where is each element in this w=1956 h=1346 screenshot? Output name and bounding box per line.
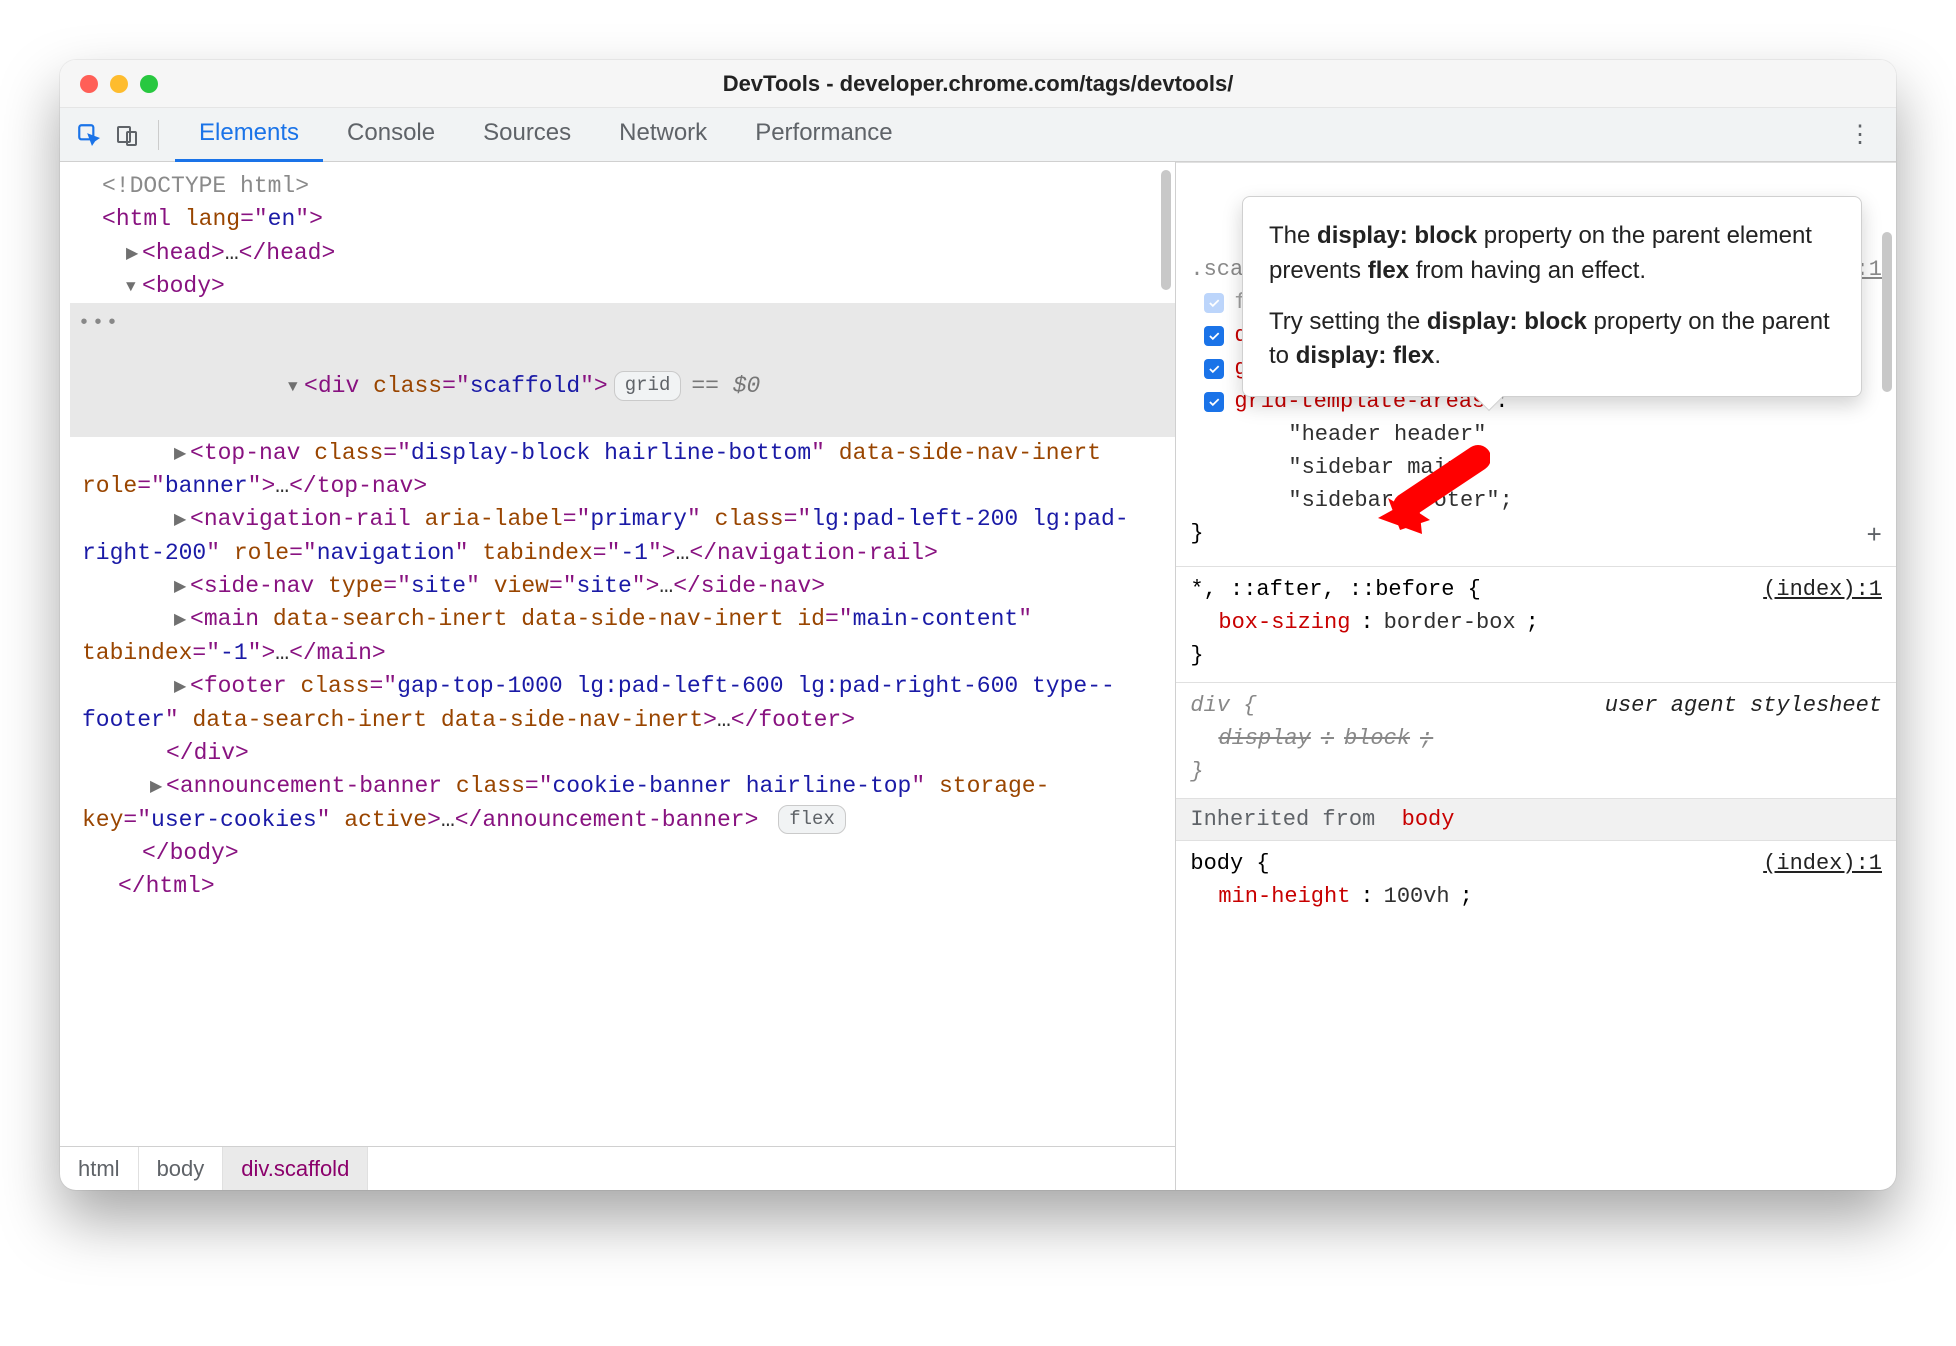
window-title: DevTools - developer.chrome.com/tags/dev… [60, 71, 1896, 97]
checkbox-icon[interactable] [1204, 326, 1224, 346]
rule-body[interactable]: (index):1 body { min-height: 100vh; [1176, 840, 1896, 923]
dom-row-div-close[interactable]: </div> [70, 737, 1175, 770]
breadcrumb-div-scaffold[interactable]: div.scaffold [223, 1147, 368, 1190]
dom-row-announcement[interactable]: ▶<announcement-banner class="cookie-bann… [70, 770, 1175, 837]
more-menu-icon[interactable]: ⋮ [1838, 120, 1882, 149]
titlebar: DevTools - developer.chrome.com/tags/dev… [60, 60, 1896, 108]
devtools-toolbar: Elements Console Sources Network Perform… [60, 108, 1896, 162]
device-toggle-icon[interactable] [112, 120, 142, 150]
panel-tabs: Elements Console Sources Network Perform… [175, 108, 917, 162]
rule-universal[interactable]: (index):1 *, ::after, ::before { box-siz… [1176, 566, 1896, 682]
dom-row-main[interactable]: ▶<main data-search-inert data-side-nav-i… [70, 603, 1175, 670]
grid-badge[interactable]: grid [614, 371, 682, 401]
inherited-from-bar: Inherited from body [1176, 798, 1896, 840]
gutter-dots-icon: ••• [78, 309, 120, 338]
annotation-arrow-icon [1370, 440, 1490, 540]
chevron-right-icon[interactable]: ▶ [150, 776, 166, 799]
tab-console[interactable]: Console [323, 108, 459, 162]
chevron-down-icon[interactable]: ▼ [288, 376, 304, 399]
rule-source-link[interactable]: (index):1 [1763, 847, 1882, 880]
add-property-icon[interactable]: + [1866, 517, 1882, 556]
inspect-element-icon[interactable] [74, 120, 104, 150]
tab-performance[interactable]: Performance [731, 108, 916, 162]
dom-row-footer[interactable]: ▶<footer class="gap-top-1000 lg:pad-left… [70, 670, 1175, 737]
rule-user-agent[interactable]: user agent stylesheet div { display: blo… [1176, 682, 1896, 798]
dom-row-topnav[interactable]: ▶<top-nav class="display-block hairline-… [70, 437, 1175, 504]
hint-tooltip: The display: block property on the paren… [1242, 196, 1862, 397]
checkbox-icon[interactable] [1204, 293, 1224, 313]
flex-badge[interactable]: flex [778, 805, 846, 835]
dom-panel: <!DOCTYPE html> <html lang="en"> ▶<head>… [60, 162, 1176, 1190]
tab-elements[interactable]: Elements [175, 108, 323, 162]
dom-row-scaffold[interactable]: ••• ▼<div class="scaffold">grid== $0 [70, 303, 1175, 436]
grid-area-value-l2[interactable]: "sidebar main" [1190, 451, 1882, 484]
tab-sources[interactable]: Sources [459, 108, 595, 162]
dom-row-navrail[interactable]: ▶<navigation-rail aria-label="primary" c… [70, 503, 1175, 570]
grid-area-value-l3[interactable]: "sidebar footer"; [1190, 484, 1882, 517]
dom-scrollbar[interactable] [1161, 170, 1171, 290]
chevron-down-icon[interactable]: ▼ [126, 276, 142, 299]
rule-source-link[interactable]: (index):1 [1763, 573, 1882, 606]
selected-node-marker: == $0 [691, 373, 760, 399]
dom-row-sidenav[interactable]: ▶<side-nav type="site" view="site">…</si… [70, 570, 1175, 603]
chevron-right-icon[interactable]: ▶ [126, 243, 142, 266]
styles-scrollbar[interactable] [1882, 232, 1892, 392]
dom-row-html[interactable]: <html lang="en"> [70, 203, 1175, 236]
inherited-from-link[interactable]: body [1402, 807, 1455, 832]
rule-source-label: user agent stylesheet [1605, 689, 1882, 722]
dom-row-body-close[interactable]: </body> [70, 837, 1175, 870]
chevron-right-icon[interactable]: ▶ [174, 443, 190, 466]
breadcrumb-body[interactable]: body [139, 1147, 224, 1190]
dom-row-html-close[interactable]: </html> [70, 870, 1175, 903]
checkbox-icon[interactable] [1204, 392, 1224, 412]
chevron-right-icon[interactable]: ▶ [174, 509, 190, 532]
dom-row-doctype[interactable]: <!DOCTYPE html> [70, 170, 1175, 203]
divider [158, 120, 159, 150]
chevron-right-icon[interactable]: ▶ [174, 576, 190, 599]
chevron-right-icon[interactable]: ▶ [174, 676, 190, 699]
chevron-right-icon[interactable]: ▶ [174, 609, 190, 632]
dom-tree[interactable]: <!DOCTYPE html> <html lang="en"> ▶<head>… [60, 162, 1175, 1146]
breadcrumb-html[interactable]: html [60, 1147, 139, 1190]
grid-area-value-l1[interactable]: "header header" [1190, 418, 1882, 451]
dom-row-head[interactable]: ▶<head>…</head> [70, 237, 1175, 270]
dom-breadcrumbs: html body div.scaffold [60, 1146, 1175, 1190]
checkbox-icon[interactable] [1204, 359, 1224, 379]
tab-network[interactable]: Network [595, 108, 731, 162]
devtools-window: DevTools - developer.chrome.com/tags/dev… [60, 60, 1896, 1190]
dom-row-body[interactable]: ▼<body> [70, 270, 1175, 303]
